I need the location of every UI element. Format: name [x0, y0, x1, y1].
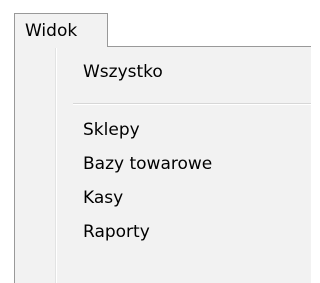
menu-item-sklepy[interactable]: Sklepy: [15, 113, 311, 147]
menu-item-raporty[interactable]: Raporty: [15, 215, 311, 249]
menu-item-wszystko[interactable]: Wszystko: [15, 55, 311, 89]
menu-item-kasy[interactable]: Kasy: [15, 181, 311, 215]
menu-item-bazy-towarowe[interactable]: Bazy towarowe: [15, 147, 311, 181]
menu-widok[interactable]: Widok: [14, 13, 108, 48]
app-window: Widok Wszystko Sklepy Bazy towarowe Kasy…: [0, 0, 311, 283]
widok-dropdown-menu: Wszystko Sklepy Bazy towarowe Kasy Rapor…: [14, 46, 311, 283]
menu-separator: [73, 103, 311, 105]
